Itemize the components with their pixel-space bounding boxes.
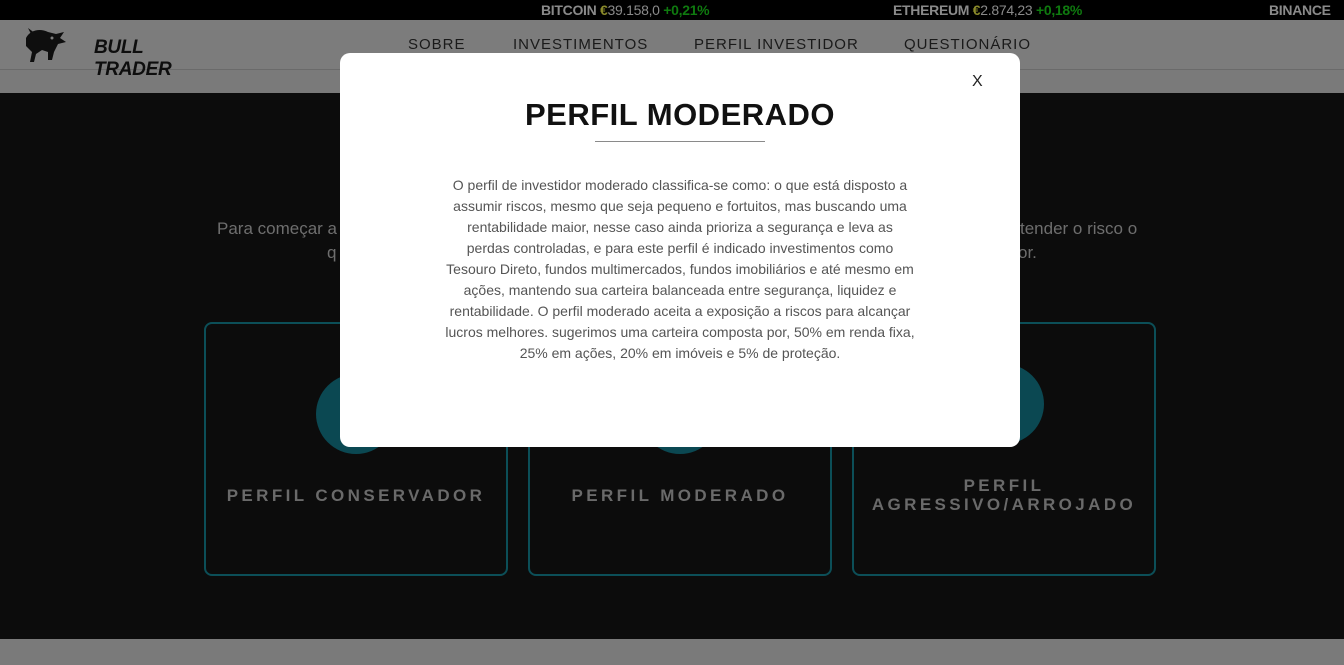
modal-title: PERFIL MODERADO xyxy=(524,97,836,132)
ticker-price: 39.158,0 xyxy=(607,2,660,18)
intro-text-left-2: q xyxy=(327,243,337,262)
title-divider xyxy=(595,141,765,142)
modal-description: O perfil de investidor moderado classifi… xyxy=(445,177,915,361)
profile-modal: X PERFIL MODERADO O perfil de investidor… xyxy=(340,53,1020,447)
ticker-item-binance: BINANCE xyxy=(1269,2,1331,18)
bull-icon xyxy=(26,28,66,62)
price-ticker: BITCOIN €39.158,0 +0,21% ETHEREUM €2.874… xyxy=(0,0,1344,20)
footer-band xyxy=(0,639,1344,665)
intro-text-right-2: or. xyxy=(1018,243,1037,262)
brand-name: BULL TRADER xyxy=(94,37,172,80)
nav-perfil-investidor[interactable]: PERFIL INVESTIDOR xyxy=(694,36,859,53)
nav-questionario[interactable]: QUESTIONÁRIO xyxy=(904,36,1031,53)
ticker-change: +0,21% xyxy=(663,2,710,18)
card-label-line2: AGRESSIVO/ARROJADO xyxy=(871,495,1137,514)
ticker-item-bitcoin: BITCOIN €39.158,0 +0,21% xyxy=(541,2,710,18)
euro-symbol: € xyxy=(600,2,608,18)
close-button[interactable]: X xyxy=(972,73,983,91)
nav-sobre[interactable]: SOBRE xyxy=(408,36,466,53)
ticker-item-ethereum: ETHEREUM €2.874,23 +0,18% xyxy=(893,2,1082,18)
nav-investimentos[interactable]: INVESTIMENTOS xyxy=(513,36,648,53)
card-label: PERFIL CONSERVADOR xyxy=(226,486,486,505)
intro-text-left-1: Para começar a xyxy=(217,219,337,238)
brand-logo[interactable]: BULL TRADER xyxy=(22,24,182,80)
ticker-change: +0,18% xyxy=(1035,2,1083,18)
ticker-price: 2.874,23 xyxy=(980,2,1033,18)
intro-text-right-1: tender o risco o xyxy=(1020,219,1138,238)
card-label: PERFIL MODERADO xyxy=(571,486,789,505)
card-label-line1: PERFIL xyxy=(963,476,1045,495)
ticker-name: BINANCE xyxy=(1269,2,1331,18)
ticker-name: ETHEREUM xyxy=(893,2,970,18)
ticker-name: BITCOIN xyxy=(541,2,597,18)
